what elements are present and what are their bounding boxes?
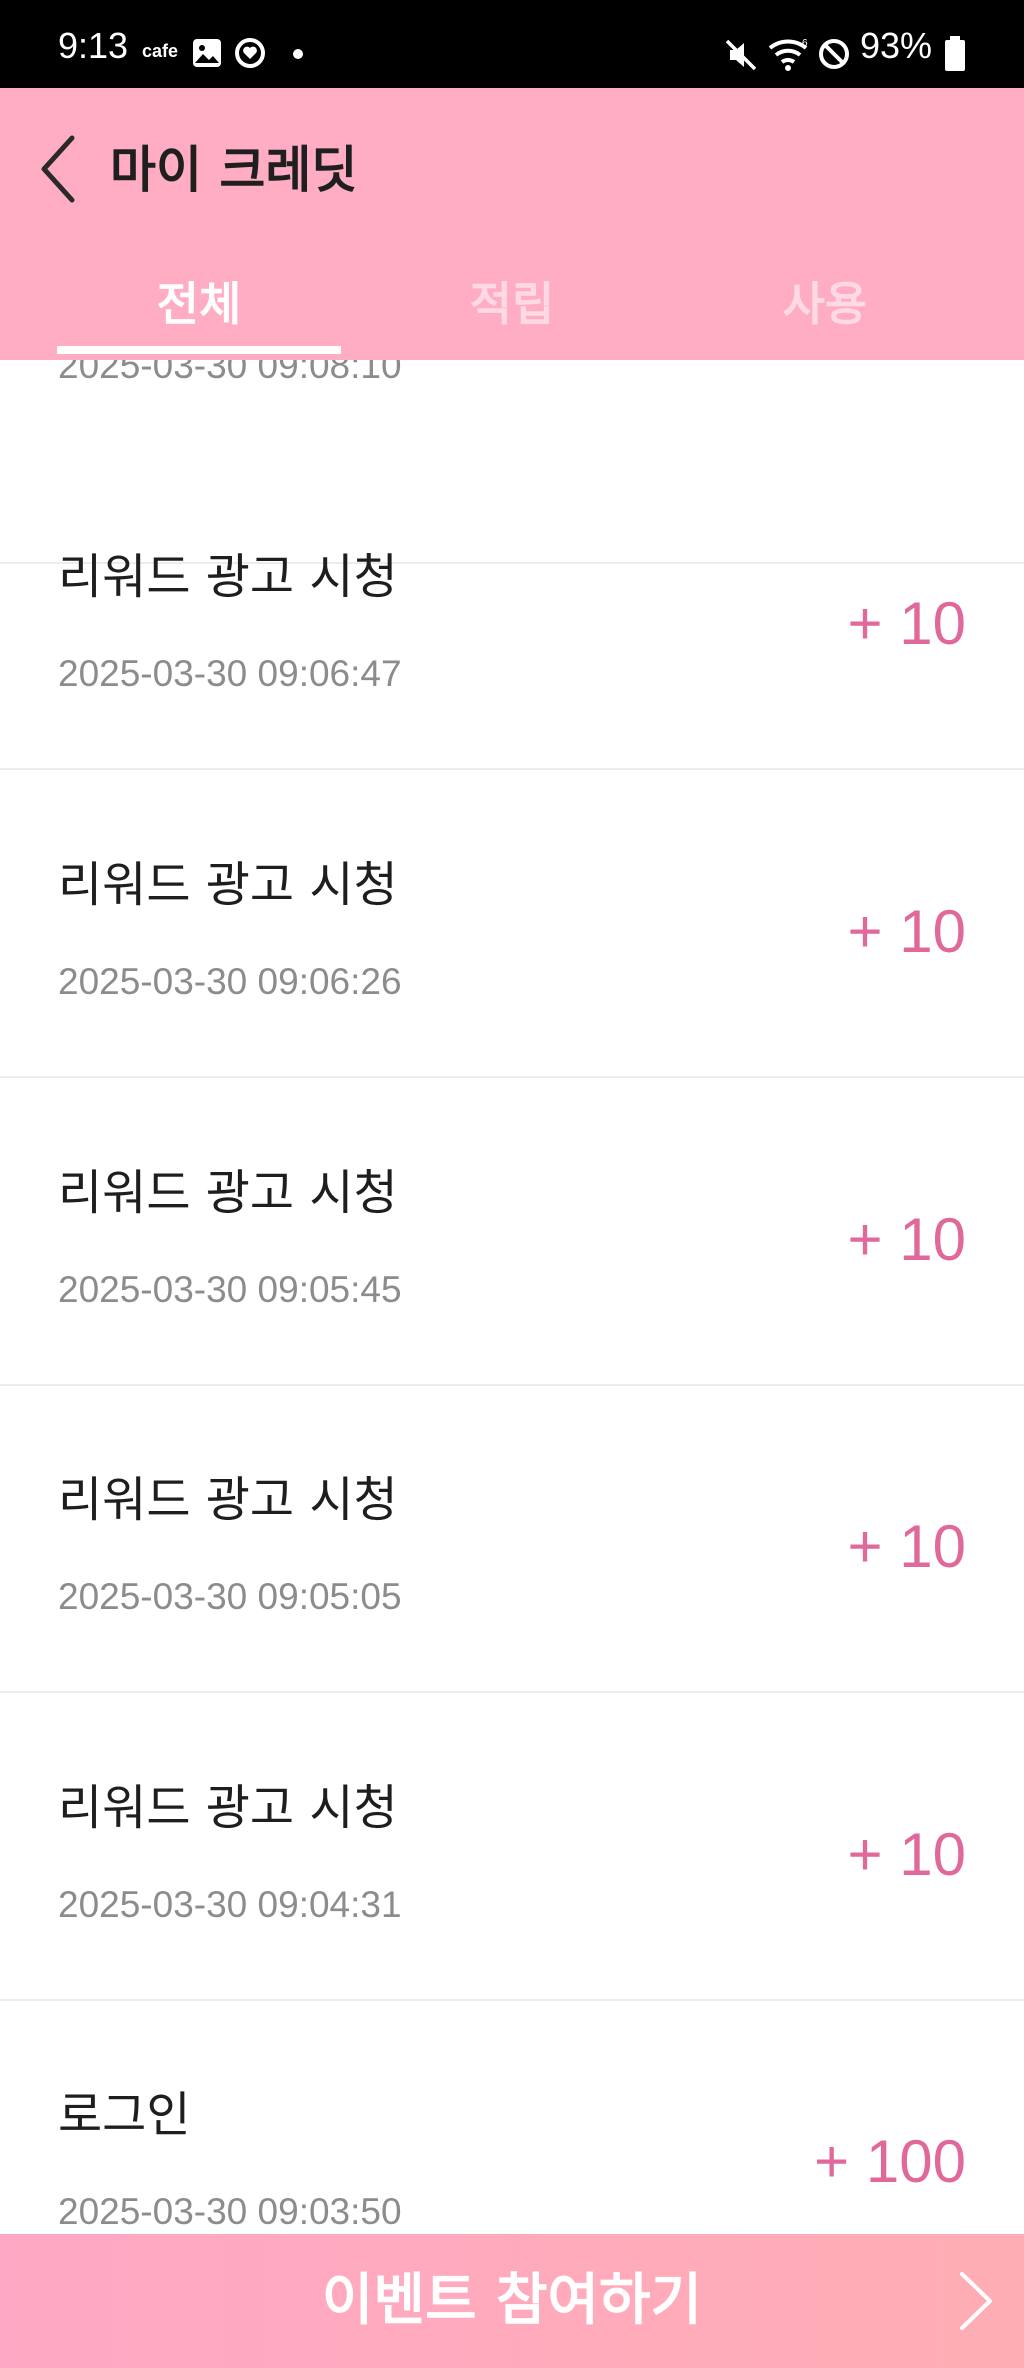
battery-icon (945, 36, 965, 71)
list-item-amount: + 10 (847, 1206, 966, 1273)
list-item-amount: + 10 (847, 1821, 966, 1888)
list-item-date: 2025-03-30 09:03:50 (58, 2191, 402, 2232)
list-item-date: 2025-03-30 09:05:45 (58, 1269, 402, 1310)
list-item-title: 리워드 광고 시청 (58, 1780, 398, 1836)
list-item-title: 리워드 광고 시청 (58, 1165, 398, 1221)
mute-icon (725, 39, 757, 71)
dot-icon (293, 49, 303, 59)
status-time: 9:13 (58, 25, 129, 66)
dnd-icon (819, 39, 849, 69)
battery-percent: 93% (860, 25, 933, 66)
list-item-date: 2025-03-30 09:04:31 (58, 1884, 402, 1925)
list-item: 리워드 광고 시청 2025-03-30 09:05:45 + 10 (0, 1080, 1024, 1386)
list-item-title: 리워드 광고 시청 (58, 857, 398, 913)
chevron-right-icon (960, 2272, 992, 2330)
tab-earned[interactable]: 적립 (342, 248, 682, 360)
list-item: 리워드 광고 시청 2025-03-30 09:05:05 + 10 (0, 1387, 1024, 1693)
page-title: 마이 크레딧 (110, 141, 358, 199)
credit-history-list[interactable]: 2025-03-30 09:08:10 리워드 광고 시청 2025-03-30… (0, 360, 1024, 2234)
active-tab-indicator (57, 346, 341, 354)
list-item-amount: + 10 (847, 590, 966, 657)
list-item-date: 2025-03-30 09:08:10 (58, 360, 402, 386)
tab-bar: 전체 적립 사용 (0, 248, 1024, 360)
event-participate-label: 이벤트 참여하기 (321, 2268, 703, 2333)
list-item-amount: + 10 (847, 898, 966, 965)
list-item-date: 2025-03-30 09:06:47 (58, 653, 402, 694)
tab-all[interactable]: 전체 (29, 248, 369, 360)
list-item: 리워드 광고 시청 2025-03-30 09:06:47 + 10 (0, 464, 1024, 770)
circle-heart-icon (235, 38, 265, 68)
list-item-date: 2025-03-30 09:06:26 (58, 961, 402, 1002)
list-item: 리워드 광고 시청 2025-03-30 09:06:26 + 10 (0, 772, 1024, 1078)
image-icon (193, 39, 221, 67)
list-item-title: 로그인 (58, 2087, 191, 2143)
app-header: 마이 크레딧 전체 적립 사용 (0, 88, 1024, 360)
wifi-icon: 6 (768, 38, 808, 71)
list-item-date: 2025-03-30 09:05:05 (58, 1576, 402, 1617)
list-item: 로그인 2025-03-30 09:03:50 + 100 (0, 2002, 1024, 2234)
list-item-title: 리워드 광고 시청 (58, 1472, 398, 1528)
back-button[interactable] (30, 124, 90, 214)
svg-text:6: 6 (802, 38, 808, 49)
status-bar: 9:13 cafe 6 93% (0, 0, 1024, 88)
list-item-title: 리워드 광고 시청 (58, 549, 398, 605)
list-item-amount: + 100 (814, 2128, 966, 2195)
event-participate-button[interactable]: 이벤트 참여하기 (0, 2234, 1024, 2368)
chevron-left-icon (41, 135, 75, 203)
list-item: 리워드 광고 시청 2025-03-30 09:04:31 + 10 (0, 1695, 1024, 2001)
cafe-notification-label: cafe (142, 41, 179, 61)
tab-used[interactable]: 사용 (655, 248, 995, 360)
list-item-amount: + 10 (847, 1513, 966, 1580)
